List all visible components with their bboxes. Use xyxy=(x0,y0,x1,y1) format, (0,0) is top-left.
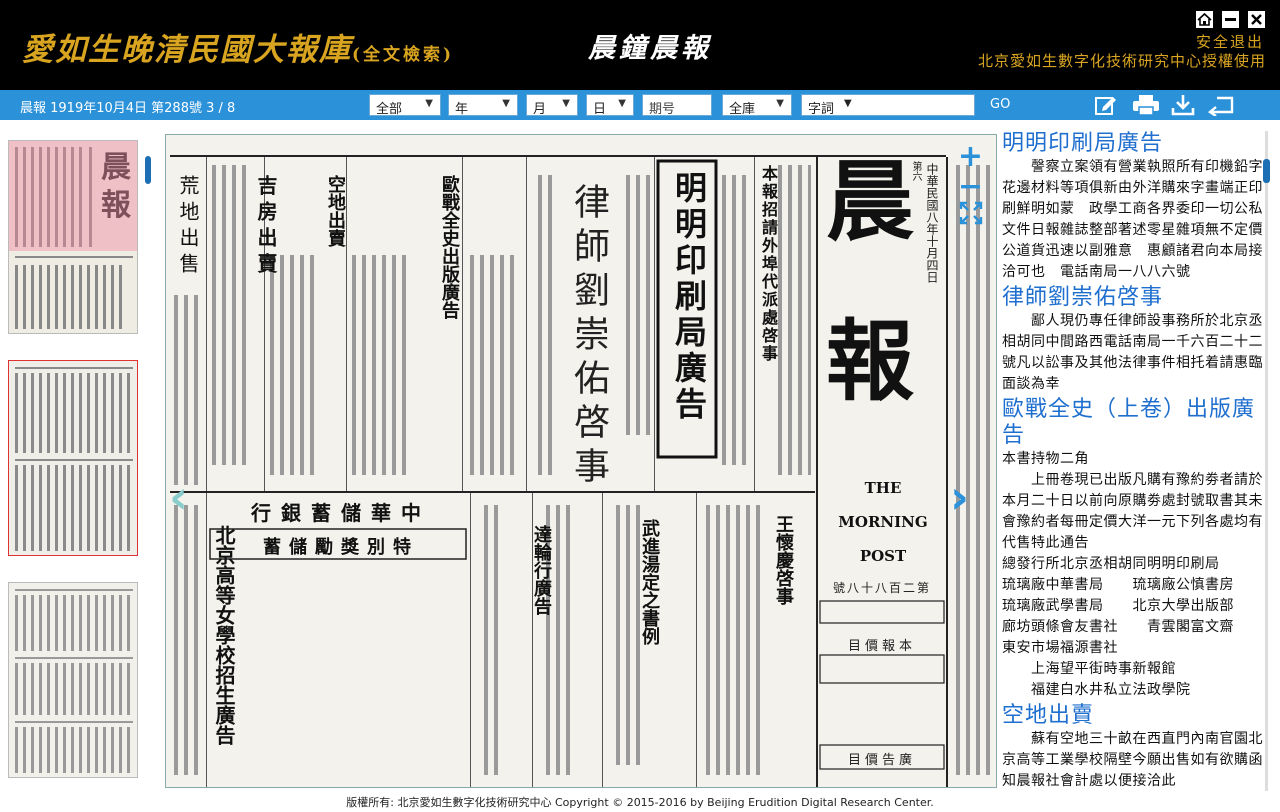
headline-printing: 明明印刷局廣告 xyxy=(670,171,708,423)
day-select-value: 日 xyxy=(593,102,607,117)
next-page-button[interactable]: › xyxy=(950,470,969,524)
month-select-value: 月 xyxy=(533,102,547,117)
text-pane-scrollbar[interactable] xyxy=(1263,131,1270,791)
chevron-down-icon: ▼ xyxy=(844,98,852,109)
app-subtitle: (全文檢索) xyxy=(352,45,455,65)
issue-number-input[interactable]: 期号 xyxy=(642,94,712,117)
day-select[interactable]: 日 ▼ xyxy=(586,94,634,117)
issue-number-placeholder: 期号 xyxy=(649,102,676,117)
minimize-icon[interactable] xyxy=(1222,11,1239,28)
chevron-down-icon: ▼ xyxy=(776,98,784,109)
headline-recruit: 本報招請外埠代派處啓事 xyxy=(759,165,778,363)
chevron-down-icon: ▼ xyxy=(502,98,510,109)
article-text-pane: 明明印刷局廣告 謦察立案領有營業執照所有印機鉛字花邊材料等項俱新由外洋購來字畫端… xyxy=(1002,131,1264,794)
app-title: 愛如生晚清民國大報庫(全文檢索) xyxy=(22,24,454,69)
price-heading: 本報價目 xyxy=(847,639,916,654)
headline-war: 歐戰全史出版廣告 xyxy=(439,175,460,319)
headline-school: 北京高等女學校招生廣告 xyxy=(212,525,236,745)
article-title[interactable]: 明明印刷局廣告 xyxy=(1002,131,1264,157)
masthead-char-2: 報 xyxy=(826,309,915,413)
keyword-type-value: 字詞 xyxy=(808,102,835,117)
headline-lawyer: 律師劉崇佑啓事 xyxy=(568,183,609,491)
chevron-down-icon: ▼ xyxy=(425,98,433,109)
headline-wuyi: 武進湯定之書例 xyxy=(639,519,660,645)
go-button[interactable]: GO xyxy=(990,97,1010,112)
masthead-char-1: 晨 xyxy=(826,149,915,253)
headline-prize: 特別獎勵儲蓄 xyxy=(263,537,419,558)
keyword-input[interactable]: 字詞 ▼ xyxy=(801,94,975,117)
date-line: 中華民國八年十月四日 xyxy=(925,163,939,283)
thumbnail-highlight xyxy=(9,141,137,251)
download-icon[interactable] xyxy=(1171,94,1195,116)
article-body: 本書持物二角 上冊卷現已出版凡購有豫約劵者請於本月二十日以前向原購劵處封號取書其… xyxy=(1002,451,1263,698)
paper-name: 晨鐘晨報 xyxy=(588,33,712,64)
prev-page-button[interactable]: ‹ xyxy=(169,470,188,524)
search-toolbar: 晨報 1919年10月4日 第288號 3 / 8 全部 ▼ 年 ▼ 月 ▼ 日 ▼ 期… xyxy=(0,90,1280,120)
headline-dalun: 達輪行廣告 xyxy=(531,525,552,615)
year-select-value: 年 xyxy=(455,102,469,117)
license-text: 北京愛如生數字化技術研究中心授權使用 xyxy=(977,52,1266,70)
home-icon[interactable] xyxy=(1196,11,1213,28)
year-select[interactable]: 年 ▼ xyxy=(448,94,518,117)
article-title[interactable]: 空地出賣 xyxy=(1002,703,1264,729)
article-title[interactable]: 律師劉崇佑啓事 xyxy=(1002,285,1264,311)
headline-desert: 荒地出售 xyxy=(176,175,200,279)
print-icon[interactable] xyxy=(1132,94,1160,116)
copyright-footer: 版權所有: 北京愛如生數字化技術研究中心 Copyright © 2015-20… xyxy=(346,796,934,809)
scope-select-value: 全庫 xyxy=(729,102,756,117)
scrollbar-thumb[interactable] xyxy=(1263,159,1270,183)
app-window: 愛如生晚清民國大報庫(全文檢索) 晨鐘晨報 安全退出 北京愛如生數字化技術研究中… xyxy=(0,0,1280,812)
article-body: 謦察立案領有營業執照所有印機鉛字花邊材料等項俱新由外洋購來字畫端正印刷鮮明如蒙 … xyxy=(1002,159,1263,280)
month-select[interactable]: 月 ▼ xyxy=(526,94,578,117)
fit-screen-icon[interactable] xyxy=(948,201,993,225)
page-thumbnail-5[interactable] xyxy=(8,582,138,778)
english-masthead: THE MORNING POST xyxy=(822,471,944,573)
page-label: 第六 xyxy=(910,161,921,181)
logout-link[interactable]: 安全退出 xyxy=(1196,31,1264,52)
zoom-controls: + − xyxy=(948,137,993,227)
header-bar: 愛如生晚清民國大報庫(全文檢索) 晨鐘晨報 安全退出 北京愛如生數字化技術研究中… xyxy=(0,0,1280,90)
english-name-line-3: POST xyxy=(859,547,907,565)
ad-price-heading: 廣告價目 xyxy=(847,753,916,768)
close-icon[interactable] xyxy=(1248,11,1265,28)
zoom-out-button[interactable]: − xyxy=(948,169,993,204)
edit-icon[interactable] xyxy=(1094,94,1118,116)
english-name-line-1: THE xyxy=(864,479,902,497)
page-thumbnail-3[interactable] xyxy=(8,360,138,556)
headline-house: 吉房出賣 xyxy=(254,175,278,279)
page-thumbnail-1[interactable]: 晨 報 xyxy=(8,140,138,334)
category-select[interactable]: 全部 ▼ xyxy=(369,94,441,117)
thumbnail-scrollbar[interactable] xyxy=(145,156,151,184)
headline-wang: 王懷慶啓事 xyxy=(773,515,794,605)
app-title-text: 愛如生晚清民國大報庫 xyxy=(22,32,352,68)
article-body: 鄙人現仍專任律師設事務所於北京丞相胡同中間路西電話南局一千六百二十二號凡以訟事及… xyxy=(1002,313,1263,392)
article-body: 蘇有空地三十畝在西直門內南官園北京高等工業學校隔壁今願出售如有欲購函知晨報社會計… xyxy=(1002,731,1263,789)
article-title[interactable]: 歐戰全史（上卷）出版廣告 xyxy=(1002,397,1264,449)
headline-bank: 中華儲蓄銀行 xyxy=(251,501,431,525)
scope-select[interactable]: 全庫 ▼ xyxy=(722,94,792,117)
category-select-value: 全部 xyxy=(376,102,403,117)
issue-number-box: 第二百八十八號 xyxy=(832,581,931,595)
return-icon[interactable] xyxy=(1207,94,1235,117)
chevron-down-icon: ▼ xyxy=(618,98,626,109)
headline-land: 空地出賣 xyxy=(325,175,346,247)
issue-info: 晨報 1919年10月4日 第288號 3 / 8 xyxy=(20,101,236,116)
chevron-down-icon: ▼ xyxy=(562,98,570,109)
english-name-line-2: MORNING xyxy=(838,513,928,531)
newspaper-page-image[interactable]: 晨 報 THE MORNING POST 明明印刷局廣告 律師劉崇佑啓事 本報招… xyxy=(165,134,997,788)
page-thumbnails: 晨 報 xyxy=(0,120,149,794)
